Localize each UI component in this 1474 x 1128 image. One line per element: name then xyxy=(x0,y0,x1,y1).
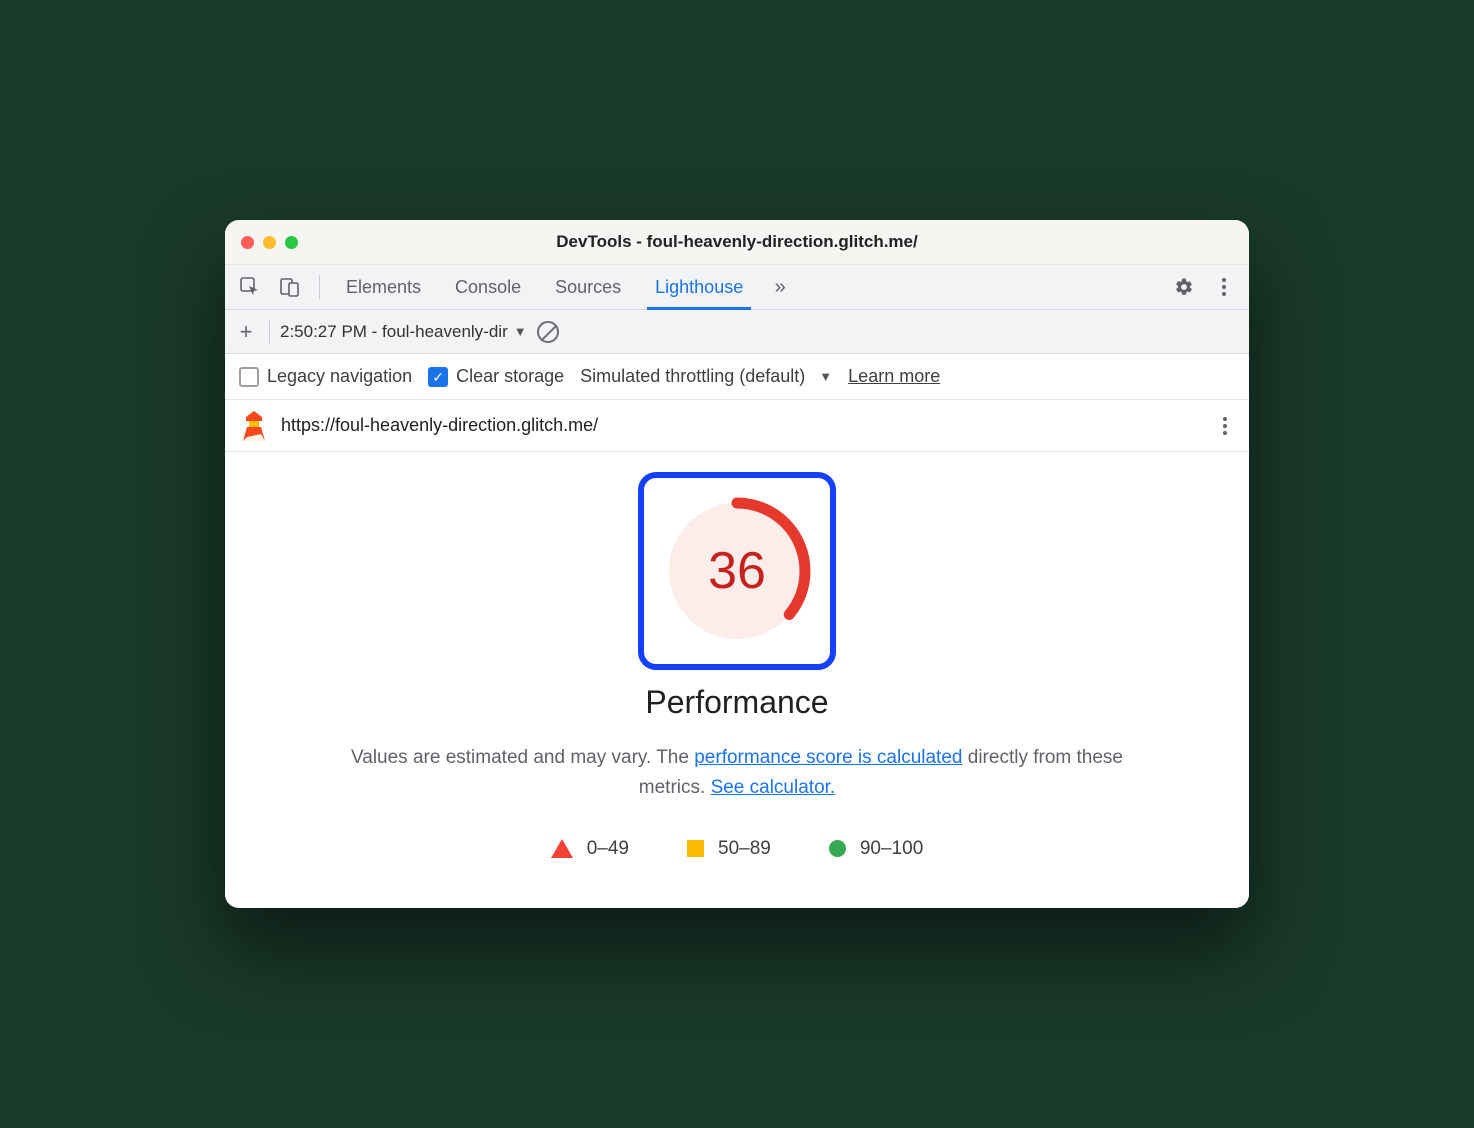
tab-console[interactable]: Console xyxy=(441,265,535,309)
tab-label: Sources xyxy=(555,277,621,298)
inspect-icon[interactable] xyxy=(233,270,267,304)
report-selector[interactable]: 2:50:27 PM - foul-heavenly-dir ▼ xyxy=(280,322,527,342)
option-label: Clear storage xyxy=(456,366,564,387)
score-value: 36 xyxy=(657,491,817,651)
devtools-tabstrip: Elements Console Sources Lighthouse » xyxy=(225,264,1249,310)
divider xyxy=(319,275,320,299)
legend-good: 90–100 xyxy=(829,838,923,860)
report-header: https://foul-heavenly-direction.glitch.m… xyxy=(225,400,1249,452)
score-highlight-box: 36 xyxy=(638,472,836,670)
lighthouse-icon xyxy=(241,411,267,441)
more-menu-icon[interactable] xyxy=(1207,270,1241,304)
desc-text: Values are estimated and may vary. The xyxy=(351,747,694,768)
score-description: Values are estimated and may vary. The p… xyxy=(347,743,1127,802)
legend-poor: 0–49 xyxy=(551,838,629,860)
tab-label: Lighthouse xyxy=(655,277,743,298)
score-legend: 0–49 50–89 90–100 xyxy=(249,838,1225,860)
legend-average: 50–89 xyxy=(687,838,771,860)
legend-label: 90–100 xyxy=(860,838,923,860)
report-url: https://foul-heavenly-direction.glitch.m… xyxy=(281,415,1203,436)
new-report-button[interactable]: + xyxy=(233,319,259,345)
learn-more-link[interactable]: Learn more xyxy=(848,366,940,387)
performance-gauge[interactable]: 36 xyxy=(657,491,817,651)
chevron-down-icon: ▼ xyxy=(819,369,832,384)
triangle-icon xyxy=(551,839,573,858)
lighthouse-subbar: + 2:50:27 PM - foul-heavenly-dir ▼ xyxy=(225,310,1249,354)
circle-icon xyxy=(829,840,846,857)
category-title: Performance xyxy=(249,684,1225,721)
more-tabs-icon[interactable]: » xyxy=(763,270,797,304)
checkbox-unchecked-icon[interactable] xyxy=(239,367,259,387)
calculator-link[interactable]: See calculator. xyxy=(711,777,836,798)
window-title: DevTools - foul-heavenly-direction.glitc… xyxy=(225,232,1249,252)
report-menu-icon[interactable] xyxy=(1217,411,1233,441)
checkbox-checked-icon[interactable]: ✓ xyxy=(428,367,448,387)
score-calc-link[interactable]: performance score is calculated xyxy=(694,747,962,768)
device-toggle-icon[interactable] xyxy=(273,270,307,304)
divider xyxy=(269,321,270,343)
square-icon xyxy=(687,840,704,857)
tab-elements[interactable]: Elements xyxy=(332,265,435,309)
throttling-selector[interactable]: Simulated throttling (default) ▼ xyxy=(580,366,832,387)
window-titlebar: DevTools - foul-heavenly-direction.glitc… xyxy=(225,220,1249,264)
minimize-icon[interactable] xyxy=(263,236,276,249)
tab-lighthouse[interactable]: Lighthouse xyxy=(641,265,757,309)
close-icon[interactable] xyxy=(241,236,254,249)
tab-sources[interactable]: Sources xyxy=(541,265,635,309)
clear-storage-option[interactable]: ✓ Clear storage xyxy=(428,366,564,387)
legacy-nav-option[interactable]: Legacy navigation xyxy=(239,366,412,387)
legend-label: 0–49 xyxy=(587,838,629,860)
report-selector-label: 2:50:27 PM - foul-heavenly-dir xyxy=(280,322,508,342)
clear-button[interactable] xyxy=(537,321,559,343)
tab-label: Console xyxy=(455,277,521,298)
lighthouse-options: Legacy navigation ✓ Clear storage Simula… xyxy=(225,354,1249,400)
maximize-icon[interactable] xyxy=(285,236,298,249)
report-content: 36 Performance Values are estimated and … xyxy=(225,452,1249,908)
settings-icon[interactable] xyxy=(1167,270,1201,304)
chevron-down-icon: ▼ xyxy=(514,324,527,339)
legend-label: 50–89 xyxy=(718,838,771,860)
option-label: Legacy navigation xyxy=(267,366,412,387)
tab-label: Elements xyxy=(346,277,421,298)
throttling-label: Simulated throttling (default) xyxy=(580,366,805,387)
window-controls xyxy=(241,236,298,249)
devtools-window: DevTools - foul-heavenly-direction.glitc… xyxy=(225,220,1249,908)
